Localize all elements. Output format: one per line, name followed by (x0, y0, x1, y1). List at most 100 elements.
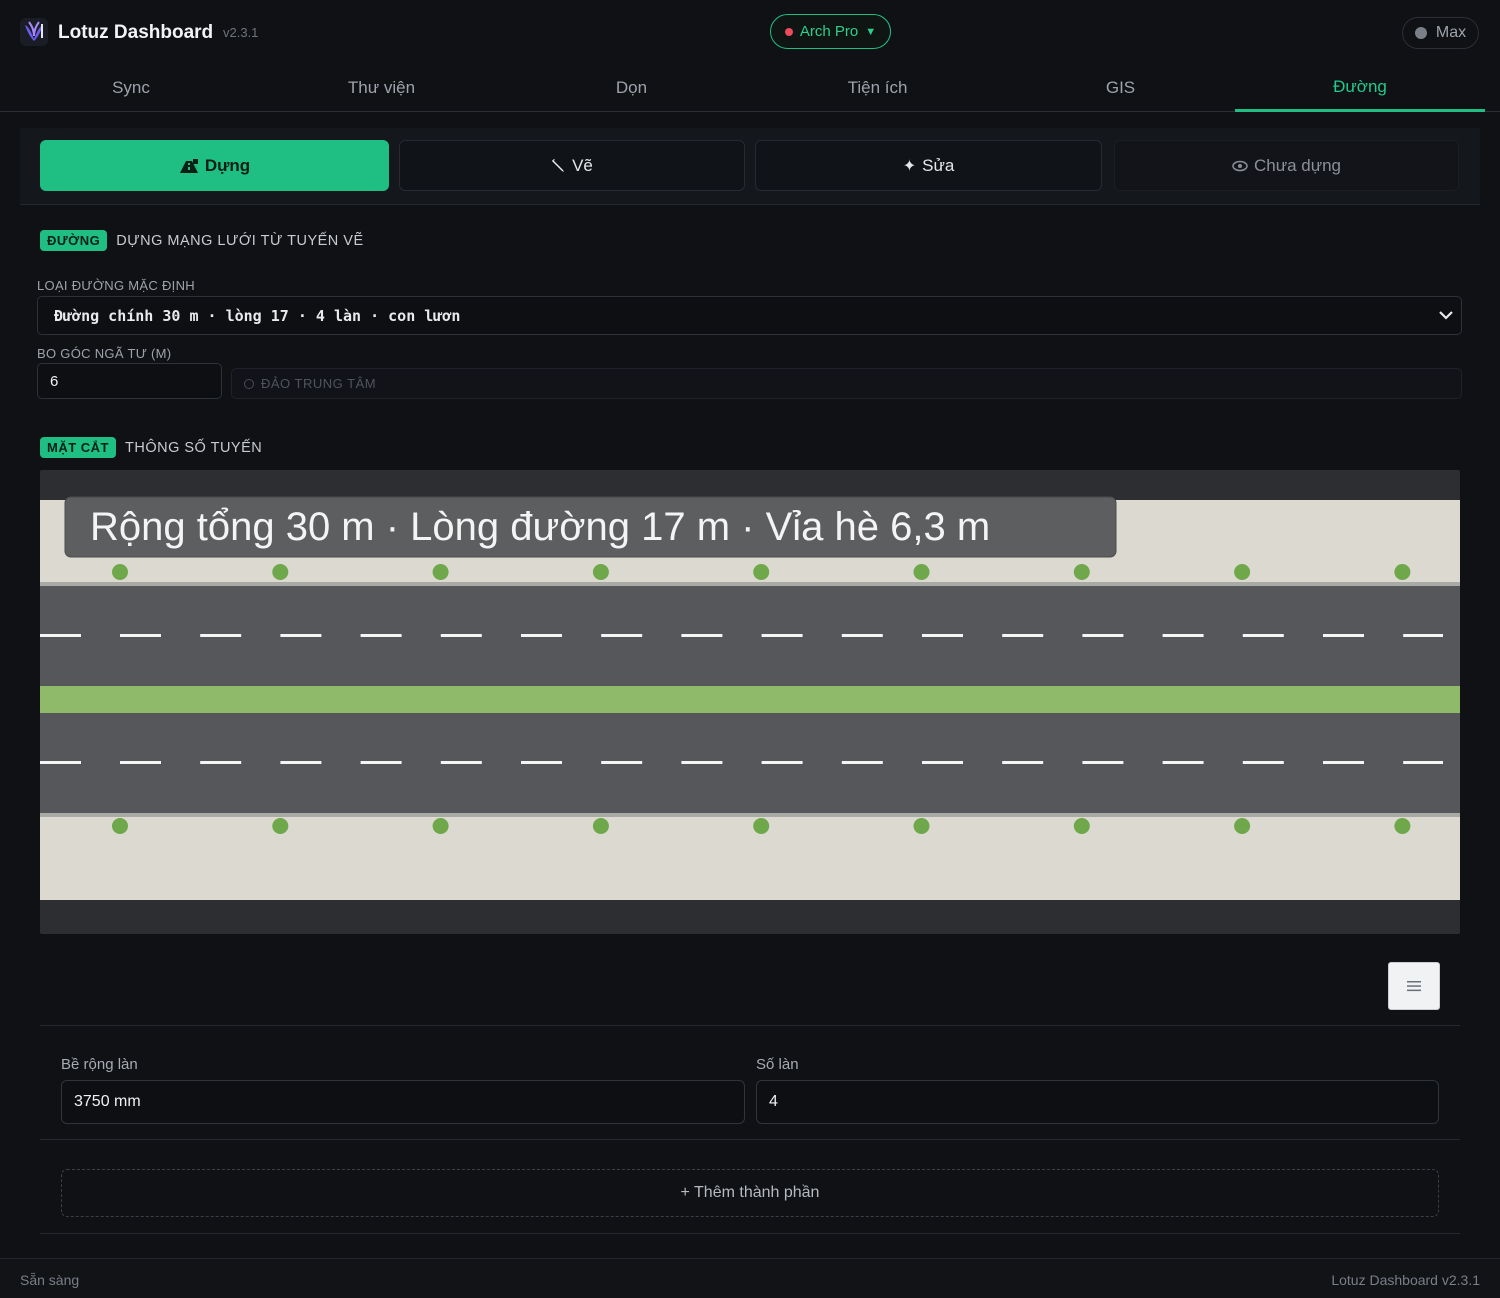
tab-sync[interactable]: Sync (20, 64, 242, 112)
profile-menu-button[interactable] (1388, 962, 1440, 1010)
lane-marking-dash (1323, 761, 1364, 764)
road-type-select[interactable]: Đường chính 30 m · lòng 17 · 4 làn · con… (37, 296, 1462, 335)
tree-icon (272, 818, 289, 834)
lane-marking-dash (440, 761, 482, 764)
status-version: Lotuz Dashboard v2.3.1 (1331, 1272, 1480, 1288)
tree-icon (112, 564, 128, 580)
lane-marking-dash (200, 634, 242, 637)
mode-edit-label: Sửa (922, 155, 955, 175)
mode-build-button[interactable]: Dựng (40, 140, 389, 191)
status-text: Sẵn sàng (20, 1272, 80, 1288)
roundabout-toggle[interactable]: ĐẢO TRUNG TÂM (231, 368, 1462, 399)
lotuz-logo-icon (20, 18, 48, 46)
corner-radius-value: 6 (50, 372, 59, 390)
tab-road[interactable]: Đường (1235, 64, 1485, 112)
lane-marking-dash (922, 761, 963, 764)
tab-library[interactable]: Thư viện (263, 64, 500, 112)
lane-marking-dash (280, 634, 322, 637)
lane-marking-dash (761, 634, 803, 637)
app-title: Lotuz Dashboard (58, 22, 214, 43)
median-strip (40, 686, 1460, 713)
app-version: v2.3.1 (223, 25, 259, 40)
lane-marking-dash (521, 634, 562, 637)
mode-toolbar: Dựng Vẽ ✦ Sửa Chưa dựng (20, 128, 1480, 205)
corner-radius-label: BO GÓC NGÃ TƯ (M) (37, 346, 172, 361)
lane-marking-dash (922, 634, 963, 637)
profile-selector[interactable]: Arch Pro ▼ (770, 14, 891, 49)
tree-icon (432, 564, 449, 580)
road-build-icon (179, 158, 198, 173)
tab-gis[interactable]: GIS (1002, 64, 1239, 112)
curb-bottom (40, 813, 1460, 817)
mode-build-label: Dựng (204, 155, 251, 175)
lane-marking-dash (1002, 634, 1044, 637)
chevron-down-icon (1439, 311, 1453, 320)
cross-section-canvas[interactable]: Rộng tổng 30 m · Lòng đường 17 m · Vỉa h… (40, 470, 1460, 934)
lane-marking-dash (1403, 761, 1443, 764)
tree-icon (1073, 818, 1090, 834)
tree-icon (592, 818, 609, 834)
network-title: DỰNG MẠNG LƯỚI TỪ TUYẾN VẼ (116, 232, 364, 249)
mode-draw-button[interactable]: Vẽ (399, 140, 745, 191)
add-component-button[interactable]: + Thêm thành phần (61, 1169, 1439, 1217)
cross-section-drawing: Rộng tổng 30 m · Lòng đường 17 m · Vỉa h… (40, 496, 1460, 900)
tab-utilities[interactable]: Tiện ích (759, 64, 996, 112)
tree-icon (1234, 818, 1251, 834)
profile-section-header: MẶT CẮT THÔNG SỐ TUYẾN (40, 437, 262, 458)
sparkle-icon: ✦ (902, 157, 917, 175)
pencil-icon (552, 159, 565, 172)
lane-marking-dash (120, 634, 161, 637)
tree-icon (432, 818, 449, 834)
lane-marking-dash (40, 634, 81, 637)
lane-marking-dash (440, 634, 482, 637)
lane-marking-dash (601, 634, 643, 637)
network-badge: ĐƯỜNG (40, 230, 108, 251)
divider (40, 1025, 1460, 1026)
lane-marking-dash (521, 761, 562, 764)
tree-icon (913, 818, 930, 834)
lane-count-value: 4 (769, 1093, 778, 1110)
lane-marking-dash (360, 634, 402, 637)
status-bar: Sẵn sàng Lotuz Dashboard v2.3.1 (0, 1258, 1500, 1298)
profile-badge: MẶT CẮT (40, 437, 116, 458)
chevron-down-icon: ▼ (865, 25, 877, 38)
lane-count-input[interactable]: 4 (756, 1080, 1439, 1124)
profile-label: Arch Pro (799, 23, 859, 40)
summary-label: Rộng tổng 30 m · Lòng đường 17 m · Vỉa h… (90, 505, 990, 549)
tree-icon (753, 564, 770, 580)
lane-marking-dash (1162, 761, 1204, 764)
lane-width-label: Bề rộng làn (61, 1056, 138, 1073)
main-tabs: Sync Thư viện Dọn Tiện ích GIS Đường (0, 64, 1500, 112)
mode-unbuilt-button[interactable]: Chưa dựng (1114, 140, 1459, 191)
divider (40, 1139, 1460, 1140)
tree-icon (272, 564, 289, 580)
tab-cleanup[interactable]: Dọn (513, 64, 750, 112)
corner-radius-input[interactable]: 6 (37, 363, 222, 399)
user-toggle[interactable]: Max (1402, 17, 1479, 49)
lane-marking-dash (1323, 634, 1364, 637)
profile-title: THÔNG SỐ TUYẾN (125, 439, 263, 456)
lane-marking-dash (681, 761, 723, 764)
lane-width-value: 3750 mm (74, 1093, 141, 1110)
network-section-header: ĐƯỜNG DỰNG MẠNG LƯỚI TỪ TUYẾN VẼ (40, 230, 364, 251)
lane-marking-dash (1162, 634, 1204, 637)
lane-count-label: Số làn (756, 1056, 799, 1073)
lane-marking-dash (200, 761, 242, 764)
road-type-value: Đường chính 30 m · lòng 17 · 4 làn · con… (54, 306, 461, 325)
lane-marking-dash (1082, 634, 1124, 637)
lane-marking-dash (1403, 634, 1443, 637)
tree-icon (592, 564, 609, 580)
tree-icon (1073, 564, 1090, 580)
lane-marking-dash (601, 761, 643, 764)
radio-circle-icon (244, 378, 254, 389)
user-status-icon (1414, 27, 1427, 39)
lane-marking-dash (681, 634, 723, 637)
status-dot-icon (784, 27, 793, 36)
app-header: Lotuz Dashboard v2.3.1 Arch Pro ▼ Max (0, 0, 1500, 64)
lane-width-input[interactable]: 3750 mm (61, 1080, 745, 1124)
mode-unbuilt-label: Chưa dựng (1253, 155, 1342, 175)
mode-draw-label: Vẽ (572, 155, 593, 175)
lane-marking-dash (1242, 634, 1284, 637)
lane-marking-dash (1082, 761, 1124, 764)
mode-edit-button[interactable]: ✦ Sửa (755, 140, 1102, 191)
